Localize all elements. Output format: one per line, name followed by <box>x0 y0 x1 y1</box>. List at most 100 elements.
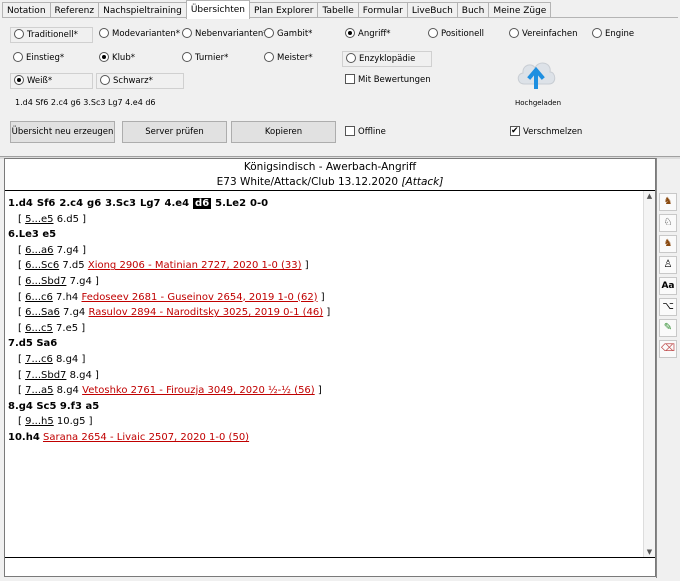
document-header: Königsindisch - Awerbach-Angriff E73 Whi… <box>5 159 655 191</box>
option-vereinfachen[interactable]: Vereinfachen <box>506 27 578 41</box>
option-meister[interactable]: Meister* <box>261 51 313 65</box>
variation-move[interactable]: 7...c6 <box>25 354 53 365</box>
variation-move[interactable]: 6...c5 <box>25 323 53 334</box>
move[interactable]: 8.g4 <box>57 385 79 396</box>
overview-options-panel: Traditionell* Modevarianten* Nebenvarian… <box>2 17 678 157</box>
copy-button[interactable]: Kopieren <box>231 121 336 143</box>
move[interactable]: 1.d4 <box>8 198 33 209</box>
toolbar-divider <box>656 158 657 578</box>
variation-line: [ 6...a6 7.g4 ] <box>18 244 87 256</box>
option-enzyklopaedie[interactable]: Enzyklopädie <box>342 51 432 67</box>
game-link[interactable]: Fedoseev 2681 - Guseinov 2654, 2019 1-0 … <box>81 292 317 303</box>
variation-move[interactable]: 6...Sa6 <box>25 307 60 318</box>
checkbox-icon <box>345 74 355 84</box>
variation-line: [ 7...Sbd7 8.g4 ] <box>18 369 99 381</box>
opening-move-line: 1.d4 Sf6 2.c4 g6 3.Sc3 Lg7 4.e4 d6 <box>15 98 156 107</box>
move[interactable]: 3.Sc3 <box>105 198 136 209</box>
variation-line: [ 7...c6 8.g4 ] <box>18 353 86 365</box>
game-link[interactable]: Vetoshko 2761 - Firouzja 3049, 2020 ½-½ … <box>82 385 315 396</box>
checkbox-offline[interactable]: Offline <box>345 125 386 139</box>
eraser-icon[interactable]: ⌫ <box>659 340 677 358</box>
knight-icon[interactable]: ♘ <box>659 214 677 232</box>
move[interactable]: 2.c4 <box>59 198 83 209</box>
create-overview-button[interactable]: Übersicht neu erzeugen <box>10 121 115 143</box>
variation-line: [ 6...Sbd7 7.g4 ] <box>18 275 99 287</box>
variation-line: [ 6...Sc6 7.d5 Xiong 2906 - Matinian 272… <box>18 260 309 272</box>
move[interactable]: 10.g5 ] <box>57 416 93 427</box>
variation-move[interactable]: 9...h5 <box>25 416 54 427</box>
option-schwarz[interactable]: Schwarz* <box>96 73 184 89</box>
game-link[interactable]: Xiong 2906 - Matinian 2727, 2020 1-0 (33… <box>88 260 302 271</box>
radio-selected-icon <box>345 28 355 38</box>
tab-uebersichten[interactable]: Übersichten <box>185 0 250 19</box>
move[interactable]: 7.d5 <box>62 260 84 271</box>
option-engine[interactable]: Engine <box>589 27 634 41</box>
radio-icon <box>182 52 192 62</box>
option-modevarianten[interactable]: Modevarianten* <box>96 27 180 41</box>
main-line[interactable]: 8.g4 Sc5 9.f3 a5 <box>8 399 638 415</box>
piece-arrow-icon[interactable]: ♞ <box>659 235 677 253</box>
radio-icon <box>99 28 109 38</box>
option-turnier[interactable]: Turnier* <box>179 51 228 65</box>
cloud-upload-icon[interactable] <box>514 54 558 90</box>
move[interactable]: 7.e5 ] <box>56 323 85 334</box>
radio-selected-icon <box>99 52 109 62</box>
move[interactable]: 7.g4 ] <box>70 276 99 287</box>
variation-move[interactable]: 6...Sbd7 <box>25 276 66 287</box>
overview-document[interactable]: Königsindisch - Awerbach-Angriff E73 Whi… <box>4 158 656 577</box>
checkbox-mit-bewertungen[interactable]: Mit Bewertungen <box>345 73 431 87</box>
game-link[interactable]: Sarana 2654 - Livaic 2507, 2020 1-0 (50) <box>43 432 249 443</box>
radio-icon <box>14 29 24 39</box>
move[interactable]: g6 <box>87 198 101 209</box>
pen-icon[interactable]: ✎ <box>659 319 677 337</box>
move[interactable]: 0-0 <box>250 198 268 209</box>
variation-move[interactable]: 6...a6 <box>25 245 53 256</box>
tree-icon[interactable]: ⌥ <box>659 298 677 316</box>
variation-move[interactable]: 5...e5 <box>25 214 53 225</box>
variation-line: [ 5...e5 6.d5 ] <box>18 213 87 225</box>
game-link[interactable]: Rasulov 2894 - Naroditsky 3025, 2019 0-1… <box>88 307 323 318</box>
move[interactable]: 7.g4 ] <box>57 245 86 256</box>
radio-icon <box>13 52 23 62</box>
option-positionell[interactable]: Positionell <box>425 27 484 41</box>
option-traditionell[interactable]: Traditionell* <box>10 27 93 43</box>
option-angriff[interactable]: Angriff* <box>342 27 391 41</box>
side-toolbar: ♞ ♘ ♞ ♙ Aa ⌥ ✎ ⌫ <box>659 193 677 361</box>
move[interactable]: 7.g4 <box>63 307 85 318</box>
font-icon[interactable]: Aa <box>659 277 677 295</box>
scroll-up-icon[interactable]: ▲ <box>644 191 655 202</box>
option-gambit[interactable]: Gambit* <box>261 27 312 41</box>
variation-move[interactable]: 7...a5 <box>25 385 53 396</box>
move[interactable]: 5.Le2 <box>215 198 246 209</box>
option-nebenvarianten[interactable]: Nebenvarianten* <box>179 27 268 41</box>
move[interactable]: 10.h4 <box>8 432 40 443</box>
option-klub[interactable]: Klub* <box>96 51 135 65</box>
variation-move[interactable]: 7...Sbd7 <box>25 370 66 381</box>
variation-move[interactable]: 6...c6 <box>25 292 53 303</box>
vertical-scrollbar[interactable]: ▲ ▼ <box>643 191 655 558</box>
move[interactable]: 7.h4 <box>56 292 78 303</box>
main-line[interactable]: 6.Le3 e5 <box>8 227 638 243</box>
variation-move[interactable]: 6...Sc6 <box>25 260 59 271</box>
option-weiss[interactable]: Weiß* <box>10 73 93 89</box>
move[interactable]: Sf6 <box>37 198 56 209</box>
move[interactable]: 6.d5 ] <box>57 214 86 225</box>
move[interactable]: 4.e4 <box>165 198 190 209</box>
pawn-icon[interactable]: ♙ <box>659 256 677 274</box>
checkbox-verschmelzen[interactable]: Verschmelzen <box>510 124 582 139</box>
radio-icon <box>509 28 519 38</box>
knight-move-icon[interactable]: ♞ <box>659 193 677 211</box>
radio-icon <box>428 28 438 38</box>
tab-bar: Notation Referenz Nachspieltraining Über… <box>2 0 552 19</box>
move[interactable]: 8.g4 ] <box>56 354 85 365</box>
variation-line: [ 6...c6 7.h4 Fedoseev 2681 - Guseinov 2… <box>18 291 325 303</box>
move[interactable]: Lg7 <box>140 198 161 209</box>
check-server-button[interactable]: Server prüfen <box>122 121 227 143</box>
main-line: 1.d4 Sf6 2.c4 g6 3.Sc3 Lg7 4.e4 d6 5.Le2 0-0 <box>8 196 638 212</box>
main-line[interactable]: 7.d5 Sa6 <box>8 336 638 352</box>
option-einstieg[interactable]: Einstieg* <box>10 51 64 65</box>
current-move[interactable]: d6 <box>193 198 212 209</box>
opening-title: Königsindisch - Awerbach-Angriff <box>243 161 417 173</box>
move[interactable]: 8.g4 ] <box>70 370 99 381</box>
notation-text: 1.d4 Sf6 2.c4 g6 3.Sc3 Lg7 4.e4 d6 5.Le2 0-0 [ 5.… <box>8 196 638 446</box>
